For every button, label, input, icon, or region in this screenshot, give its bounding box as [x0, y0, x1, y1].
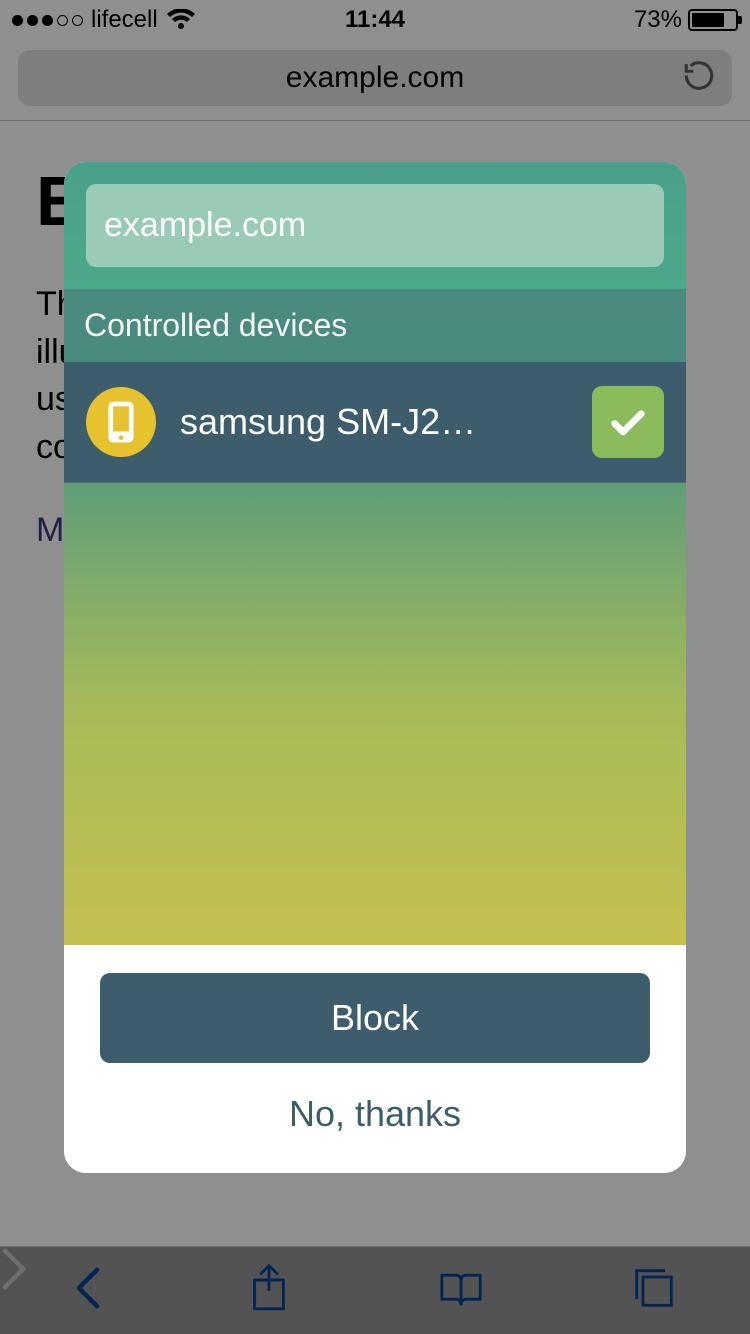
- domain-input[interactable]: example.com: [86, 184, 664, 267]
- modal-header: example.com: [64, 162, 686, 289]
- section-title: Controlled devices: [64, 289, 686, 362]
- device-row[interactable]: samsung SM-J2…: [64, 362, 686, 483]
- device-selected-checkbox[interactable]: [592, 386, 664, 458]
- no-thanks-button[interactable]: No, thanks: [281, 1085, 469, 1143]
- modal-footer: Block No, thanks: [64, 945, 686, 1173]
- block-modal: example.com Controlled devices samsung S…: [64, 162, 686, 1173]
- device-name: samsung SM-J2…: [180, 401, 568, 443]
- android-device-icon: [86, 387, 156, 457]
- modal-body-spacer: [64, 483, 686, 945]
- block-button[interactable]: Block: [100, 973, 650, 1063]
